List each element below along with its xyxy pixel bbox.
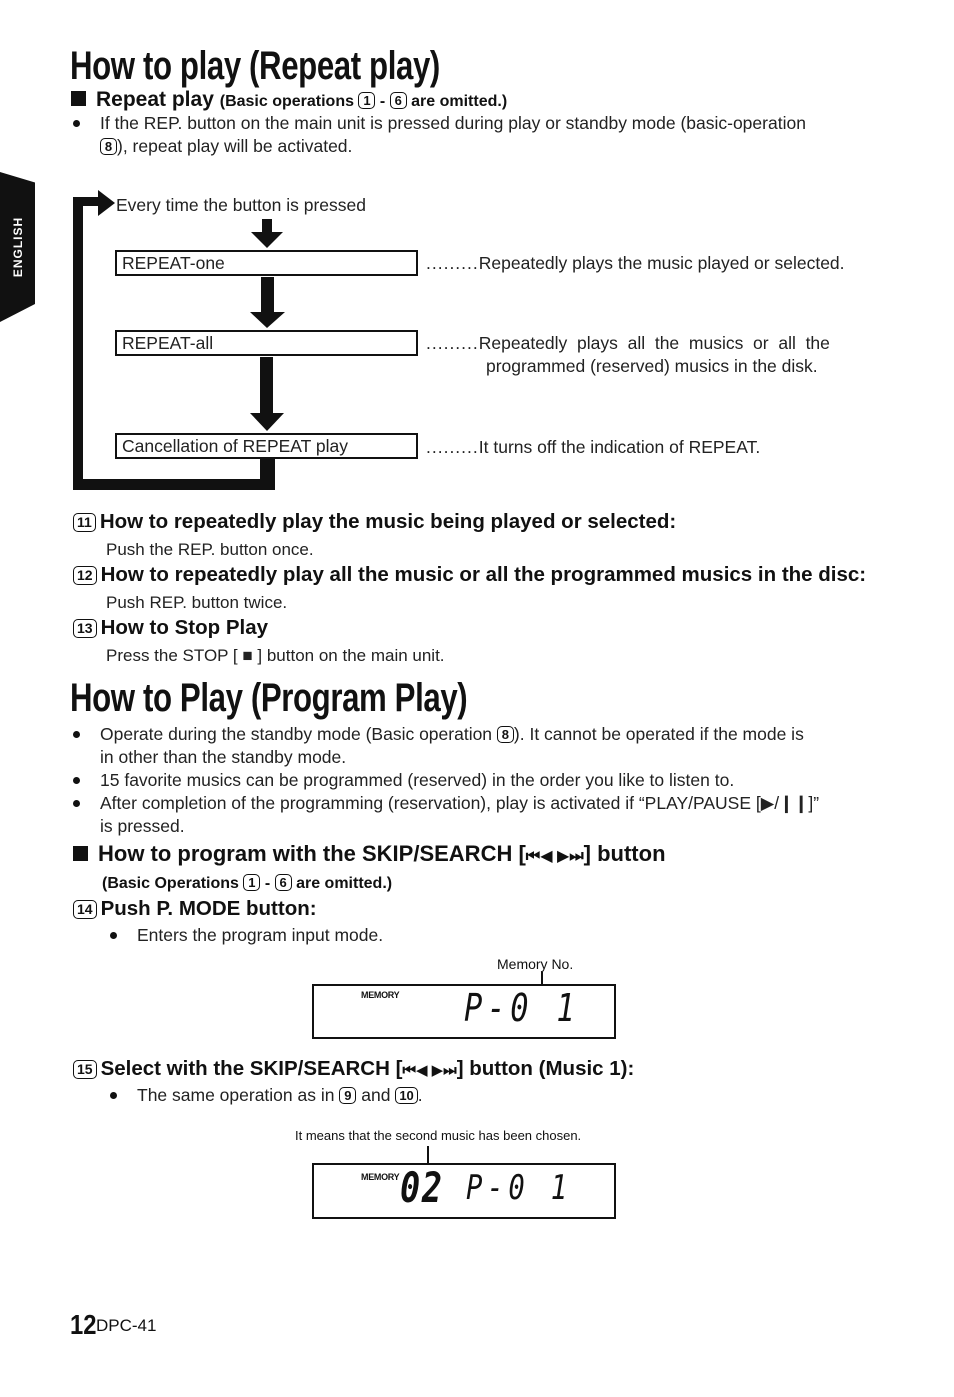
step-11-heading: 11 How to repeatedly play the music being… <box>73 510 677 533</box>
lcd-readout: P-0 1 <box>464 986 580 1030</box>
step-heading-text: Push P. MODE button: <box>100 897 317 920</box>
note-suffix: are omitted.) <box>296 875 393 892</box>
program-subheading-before: How to program with the SKIP/SEARCH [ <box>98 841 526 866</box>
note-dash: - <box>264 875 271 892</box>
bullet-dot-icon <box>110 1092 117 1099</box>
down-arrow-1 <box>251 232 283 248</box>
flow-desc-text: Repeatedly plays all the musics or all t… <box>478 333 830 353</box>
leader-dots: ......... <box>426 333 479 353</box>
bullet-dot-icon <box>73 800 80 807</box>
ref-badge: 1 <box>243 874 261 891</box>
bullet-dot-icon <box>73 777 80 784</box>
step-15-bullet-text: The same operation as in 9 and 10. <box>110 1084 710 1107</box>
program-subheading: How to program with the SKIP/SEARCH [⏮◀ … <box>73 843 666 865</box>
model-number: DPC-41 <box>96 1316 157 1335</box>
step-heading-text: How to repeatedly play all the music or … <box>100 563 867 586</box>
flow-desc-cancel: .........It turns off the indication of … <box>426 436 760 459</box>
step-badge: 14 <box>73 900 97 919</box>
lcd-display-1: MEMORY P-0 1 <box>312 984 616 1039</box>
program-subheading-after: ] button <box>583 841 666 866</box>
page-number: 12 <box>70 1309 97 1340</box>
lcd-readout: P-0 1 <box>466 1168 572 1208</box>
step-12-text: Push REP. button twice. <box>106 593 288 612</box>
step-13-text-after: ] button on the main unit. <box>257 646 445 665</box>
lcd-track-number: 02 <box>400 1163 444 1212</box>
step-14-bullet: Enters the program input mode. <box>110 924 610 947</box>
step-15-heading-before: Select with the SKIP/SEARCH [ <box>100 1057 403 1080</box>
flow-state-repeat-one: REPEAT-one <box>115 250 418 276</box>
bullet-text: . <box>417 1085 423 1105</box>
loop-left-bar <box>73 198 83 490</box>
step-15-heading: 15 Select with the SKIP/SEARCH [⏮◀ ▶⏭] bu… <box>73 1057 635 1080</box>
flow-desc-repeat-one: .........Repeatedly plays the music play… <box>426 252 845 275</box>
skip-search-icons: ⏮◀ ▶⏭ <box>525 848 584 865</box>
step-15-bullet: The same operation as in 9 and 10. <box>110 1084 710 1107</box>
ref-badge: 9 <box>339 1087 357 1104</box>
step-13-heading: 13 How to Stop Play <box>73 616 269 639</box>
stop-icon: ■ <box>242 646 253 665</box>
lcd-display-2: MEMORY 02 P-0 1 <box>312 1163 616 1219</box>
program-section-title: How to Play (Program Play) <box>70 676 468 720</box>
program-bullet-3-line2: is pressed. <box>100 816 185 836</box>
loop-arrowhead <box>98 190 115 216</box>
flow-desc-repeat-all: .........Repeatedly plays all the musics… <box>426 332 830 378</box>
loop-stub-bar <box>260 459 275 490</box>
step-14-heading: 14 Push P. MODE button: <box>73 897 317 920</box>
display-2-caption: It means that the second music has been … <box>295 1128 582 1143</box>
note-prefix: (Basic Operations <box>102 875 239 892</box>
program-subheading-note: (Basic Operations 1 - 6 are omitted.) <box>102 874 392 893</box>
repeat-flow-diagram: Every time the button is pressed REPEAT-… <box>0 0 954 500</box>
step-badge: 12 <box>73 566 97 585</box>
flow-state-repeat-all: REPEAT-all <box>115 330 418 356</box>
bullet-dot-icon <box>73 731 80 738</box>
down-arrow-2 <box>250 312 285 328</box>
step-11-text: Push the REP. button once. <box>106 540 314 559</box>
step-badge: 15 <box>73 1060 97 1079</box>
step-12-heading: 12 How to repeatedly play all the music o… <box>73 563 867 586</box>
leader-dots: ......... <box>426 437 479 457</box>
display-1-caption: Memory No. <box>497 956 574 972</box>
bullet-text: and <box>361 1085 391 1105</box>
step-heading-text: How to Stop Play <box>100 616 269 639</box>
step-14-bullet-text: Enters the program input mode. <box>137 925 384 945</box>
flow-desc-text-2: programmed (reserved) musics in the disk… <box>486 356 818 376</box>
program-bullet-1-line1: Operate during the standby mode (Basic o… <box>73 723 933 746</box>
program-bullet-3-line1: After completion of the programming (res… <box>100 793 820 813</box>
leader-dots: ......... <box>426 253 479 273</box>
step-15-heading-after: ] button (Music 1): <box>456 1057 635 1080</box>
memory-indicator: MEMORY <box>361 1172 400 1182</box>
program-bullet-3: After completion of the programming (res… <box>73 792 933 838</box>
down-arrow-3 <box>250 413 284 431</box>
step-badge: 11 <box>73 513 96 532</box>
flow-state-cancel: Cancellation of REPEAT play <box>115 433 418 459</box>
program-bullet-2: 15 favorite musics can be programmed (re… <box>73 769 933 792</box>
program-bullet-1: Operate during the standby mode (Basic o… <box>73 723 933 769</box>
step-heading-text: How to repeatedly play the music being p… <box>99 510 677 533</box>
step-13-text: Press the STOP [ ■ ] button on the main … <box>106 644 445 667</box>
square-bullet-icon <box>73 846 88 861</box>
program-bullet-2-line1: 15 favorite musics can be programmed (re… <box>100 770 735 790</box>
step-13-text-before: Press the STOP [ <box>106 646 238 665</box>
step-badge: 13 <box>73 619 97 638</box>
flow-desc-text: Repeatedly plays the music played or sel… <box>478 253 845 273</box>
bullet-dot-icon <box>110 932 117 939</box>
ref-badge: 8 <box>496 726 514 743</box>
flow-desc-text: It turns off the indication of REPEAT. <box>478 437 761 457</box>
bullet-text: ). It cannot be operated if the mode is <box>513 724 804 744</box>
ref-badge: 6 <box>274 874 292 891</box>
flow-caption: Every time the button is pressed <box>116 195 366 215</box>
loop-bottom-bar <box>73 479 275 490</box>
ref-badge: 10 <box>395 1087 418 1104</box>
bullet-text: The same operation as in <box>137 1085 335 1105</box>
skip-search-icons: ⏮◀ ▶⏭ <box>402 1062 457 1079</box>
memory-indicator: MEMORY <box>361 990 400 1000</box>
bullet-text: Operate during the standby mode (Basic o… <box>100 724 493 744</box>
program-bullet-1-line2: in other than the standby mode. <box>100 747 347 767</box>
